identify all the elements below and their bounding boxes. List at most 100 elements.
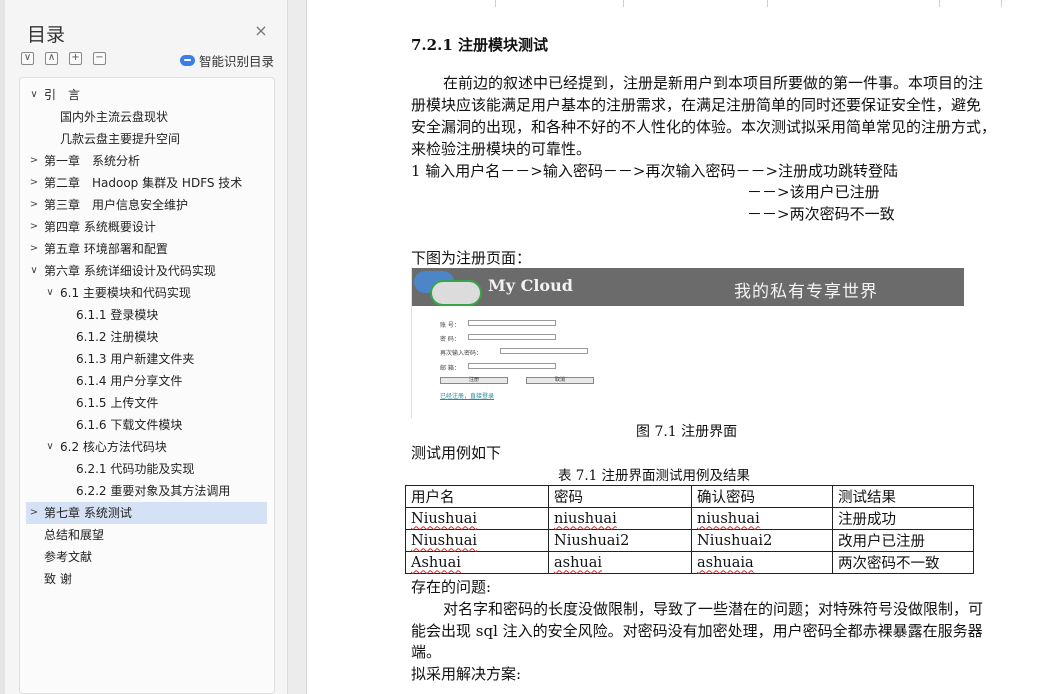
expand-up-icon[interactable]: ∧ <box>45 52 58 65</box>
toc-item-label: 第四章 系统概要设计 <box>44 220 156 234</box>
toc-item-label: 第五章 环境部署和配置 <box>44 242 168 256</box>
table-header-cell: 测试结果 <box>832 485 974 508</box>
smart-toc-button[interactable]: 智能识别目录 <box>180 51 274 70</box>
toc-item[interactable]: 致 谢 <box>26 568 267 590</box>
toc-sidebar: 目录 × ∨ ∧ + − 智能识别目录 ∨ 引 言 国内外主流云盘现状 几款云盘主… <box>0 0 288 694</box>
toc-item[interactable]: 6.1.6 下载文件模块 <box>26 414 267 436</box>
confirm-input <box>500 348 588 354</box>
table-header-row: 用户名 密码 确认密码 测试结果 <box>405 485 974 508</box>
toc-item-label: 6.2.1 代码功能及实现 <box>76 462 195 476</box>
account-label: 账 号： <box>440 322 460 329</box>
toc-item[interactable]: 6.1.3 用户新建文件夹 <box>26 348 267 370</box>
chevron-right-icon[interactable]: > <box>28 194 40 216</box>
toc-item-label: 6.2 核心方法代码块 <box>60 440 167 454</box>
table-cell: ashuaia <box>691 551 833 574</box>
section-heading: 7.2.1 注册模块测试 <box>411 36 548 54</box>
toc-item[interactable]: > 第四章 系统概要设计 <box>26 216 267 238</box>
toc-list: ∨ 引 言 国内外主流云盘现状 几款云盘主要提升空间 > 第一章 系统分析 > 第二章… <box>19 77 275 694</box>
toc-item[interactable]: 国内外主流云盘现状 <box>26 106 267 128</box>
chevron-right-icon[interactable]: > <box>28 150 40 172</box>
table-header-cell: 确认密码 <box>691 485 833 508</box>
solution-title: 拟采用解决方案: <box>411 665 522 683</box>
toc-item[interactable]: 6.1.1 登录模块 <box>26 304 267 326</box>
table-header-cell: 密码 <box>548 485 692 508</box>
sidebar-edge <box>0 0 5 694</box>
login-link: 已经注册，直接登录 <box>440 393 495 400</box>
brand-slogan: 我的私有专享世界 <box>734 282 878 302</box>
table-cell: niushuai <box>548 507 692 530</box>
figure-intro: 下图为注册页面： <box>411 249 532 267</box>
chevron-right-icon[interactable]: > <box>28 216 40 238</box>
table-cell: Niushuai <box>405 529 549 552</box>
toc-item-label: 6.1.6 下载文件模块 <box>76 418 183 432</box>
cancel-button: 取消 <box>526 377 594 384</box>
toc-item[interactable]: 6.1.4 用户分享文件 <box>26 370 267 392</box>
chevron-down-icon[interactable]: ∨ <box>28 260 40 282</box>
toc-item[interactable]: ∨ 6.1 主要模块和代码实现 <box>26 282 267 304</box>
toc-item[interactable]: 6.2.1 代码功能及实现 <box>26 458 267 480</box>
chevron-right-icon[interactable]: > <box>28 172 40 194</box>
toc-item[interactable]: 6.1.5 上传文件 <box>26 392 267 414</box>
table-intro: 测试用例如下 <box>411 444 502 462</box>
table-cell: Niushuai2 <box>548 529 692 552</box>
toc-item-label: 第二章 Hadoop 集群及 HDFS 技术 <box>44 176 243 190</box>
test-case-table: 用户名 密码 确认密码 测试结果 Niushuai niushuai niush… <box>405 485 974 574</box>
table-row: Niushuai niushuai niushuai 注册成功 <box>405 507 974 530</box>
smart-toc-label: 智能识别目录 <box>199 54 275 69</box>
toc-item[interactable]: 总结和展望 <box>26 524 267 546</box>
toc-item-label: 6.1.1 登录模块 <box>76 308 159 322</box>
table-cell: ashuai <box>548 551 692 574</box>
flow-line: 1 输入用户名－－>输入密码－－>再次输入密码－－>注册成功跳转登陆 <box>411 162 899 180</box>
toc-item[interactable]: 6.1.2 注册模块 <box>26 326 267 348</box>
table-cell: 改用户已注册 <box>832 529 974 552</box>
toc-item[interactable]: 6.2.2 重要对象及其方法调用 <box>26 480 267 502</box>
paragraph-line: 在前边的叙述中已经提到，注册是新用户到本项目所要做的第一件事。本项目的注 <box>443 74 984 92</box>
toc-item[interactable]: > 第一章 系统分析 <box>26 150 267 172</box>
toc-item[interactable]: > 第二章 Hadoop 集群及 HDFS 技术 <box>26 172 267 194</box>
problems-title: 存在的问题: <box>411 578 492 596</box>
toc-item[interactable]: ∨ 引 言 <box>26 84 267 106</box>
register-button: 注册 <box>440 377 508 384</box>
document-page[interactable]: 7.2.1 注册模块测试 在前边的叙述中已经提到，注册是新用户到本项目所要做的第… <box>306 0 1051 694</box>
add-heading-icon[interactable]: + <box>69 52 82 65</box>
paragraph-line: 安全漏洞的出现，和各种不好的不人性化的体验。本次测试拟采用简单常见的注册方式， <box>411 118 997 136</box>
collapse-all-icon[interactable]: ∨ <box>21 52 34 65</box>
toc-item[interactable]: 参考文献 <box>26 546 267 568</box>
page-top-marks <box>307 0 1051 8</box>
confirm-label: 再次输入密码： <box>440 350 483 357</box>
toc-item-label: 第六章 系统详细设计及代码实现 <box>44 264 216 278</box>
remove-heading-icon[interactable]: − <box>93 52 106 65</box>
toc-item-active[interactable]: > 第七章 系统测试 <box>26 502 267 524</box>
problems-line: 端。 <box>411 643 442 661</box>
cloud-logo-icon <box>430 280 482 306</box>
toc-item-label: 引 言 <box>44 88 81 102</box>
table-row: Niushuai Niushuai2 Niushuai2 改用户已注册 <box>405 529 974 552</box>
toc-item-label: 几款云盘主要提升空间 <box>60 132 181 146</box>
toc-item[interactable]: 几款云盘主要提升空间 <box>26 128 267 150</box>
registration-screenshot: My Cloud 我的私有专享世界 账 号： 密 码： 再次输入密码： 邮 箱：… <box>411 267 964 418</box>
chevron-down-icon[interactable]: ∨ <box>44 436 56 458</box>
toc-item-label: 第三章 用户信息安全维护 <box>44 198 189 212</box>
chevron-right-icon[interactable]: > <box>28 238 40 260</box>
toc-item-label: 第一章 系统分析 <box>44 154 141 168</box>
chevron-right-icon[interactable]: > <box>28 502 40 524</box>
problems-line: 对名字和密码的长度没做限制，导致了一些潜在的问题；对特殊符号没做限制，可 <box>443 600 984 618</box>
toc-item-label: 致 谢 <box>44 572 72 586</box>
paragraph-line: 册模块应该能满足用户基本的注册需求，在满足注册简单的同时还要保证安全性，避免 <box>411 96 982 114</box>
problems-line: 能会出现 sql 注入的安全风险。对密码没有加密处理，用户密码全都赤裸暴露在服务… <box>411 622 983 640</box>
toc-item[interactable]: ∨ 6.2 核心方法代码块 <box>26 436 267 458</box>
password-label: 密 码： <box>440 336 460 343</box>
toc-item-label: 国内外主流云盘现状 <box>60 110 169 124</box>
table-cell: Niushuai2 <box>691 529 833 552</box>
chevron-down-icon[interactable]: ∨ <box>44 282 56 304</box>
toc-item-label: 总结和展望 <box>44 528 105 542</box>
smart-cloud-icon <box>180 55 195 66</box>
chevron-down-icon[interactable]: ∨ <box>28 84 40 106</box>
toc-item-label: 6.1.5 上传文件 <box>76 396 159 410</box>
close-icon[interactable]: × <box>253 23 269 39</box>
table-cell: 两次密码不一致 <box>832 551 974 574</box>
toc-item[interactable]: > 第五章 环境部署和配置 <box>26 238 267 260</box>
toc-item-label: 第七章 系统测试 <box>44 506 132 520</box>
toc-item[interactable]: ∨ 第六章 系统详细设计及代码实现 <box>26 260 267 282</box>
toc-item[interactable]: > 第三章 用户信息安全维护 <box>26 194 267 216</box>
